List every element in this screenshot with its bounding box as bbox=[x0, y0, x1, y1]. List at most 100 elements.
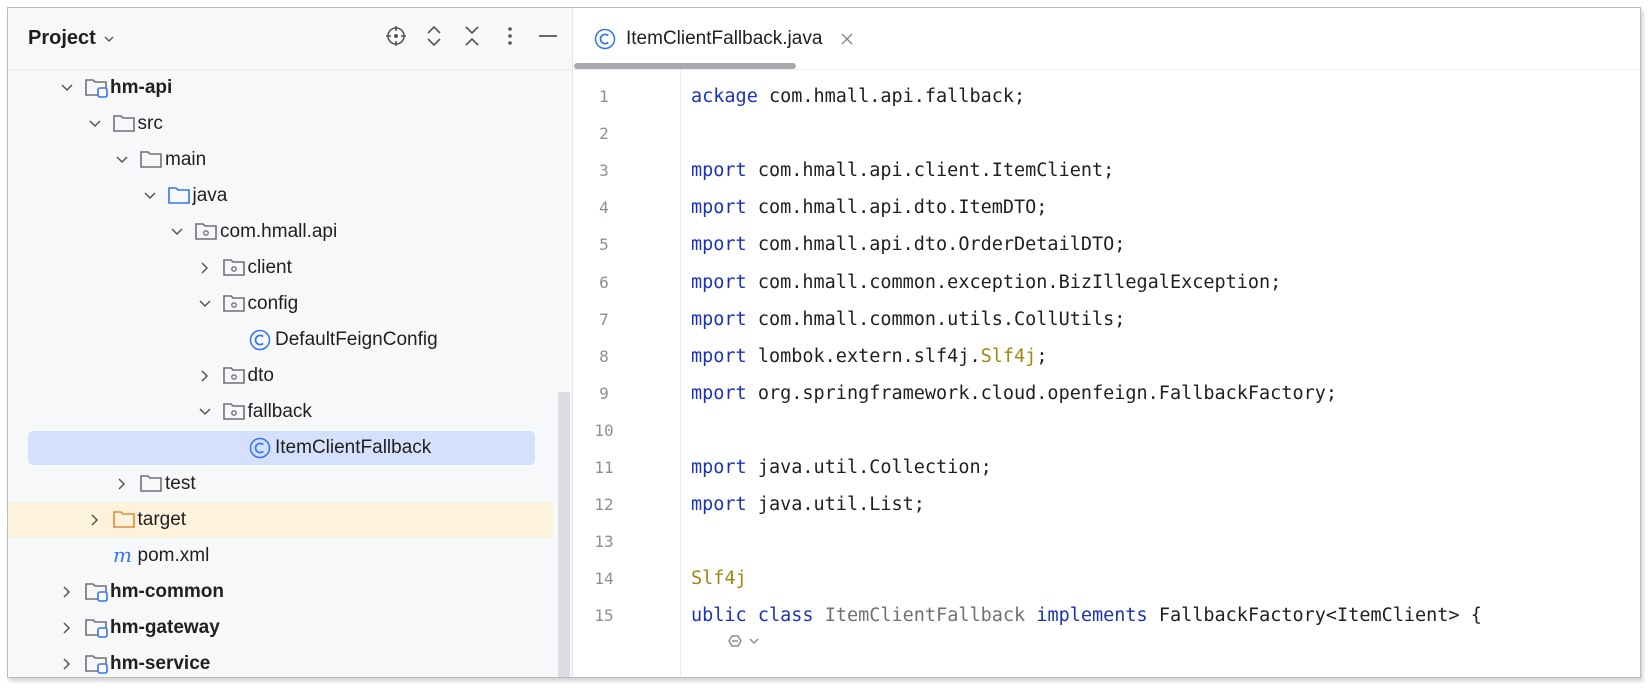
code-line: 1 ackage com.hmall.api.fallback; bbox=[574, 78, 1640, 115]
project-tree: hm-api src main java com.hmall.api client conf… bbox=[8, 70, 553, 677]
tree-item[interactable]: test bbox=[8, 466, 553, 502]
code-text: mport com.hmall.common.utils.CollUtils; bbox=[691, 309, 1125, 330]
code-view[interactable]: 1 ackage com.hmall.api.fallback; 2 3 mport c… bbox=[574, 70, 1640, 677]
tree-item[interactable]: src bbox=[8, 106, 553, 142]
expand-all-icon[interactable] bbox=[422, 22, 446, 50]
line-number: 7 bbox=[599, 309, 609, 329]
chevron-right-icon[interactable] bbox=[60, 621, 74, 635]
tree-item[interactable]: m pom.xml bbox=[8, 538, 553, 574]
minimize-icon[interactable] bbox=[536, 22, 560, 50]
line-number: 4 bbox=[599, 198, 609, 218]
project-scrollbar[interactable] bbox=[558, 392, 570, 677]
code-keyword: mport bbox=[691, 160, 747, 182]
tree-item[interactable]: config bbox=[8, 286, 553, 322]
crosshair-icon[interactable] bbox=[384, 22, 408, 50]
chevron-down-icon[interactable] bbox=[60, 81, 74, 95]
tree-item[interactable]: target bbox=[8, 502, 553, 538]
chevron-down-icon[interactable] bbox=[198, 405, 212, 419]
code-line: 2 bbox=[574, 115, 1640, 152]
code-line: 15 ublic class ItemClientFallback impleme… bbox=[574, 597, 1640, 634]
module-folder-icon bbox=[84, 77, 108, 99]
tree-item-label: java bbox=[192, 185, 228, 206]
tree-item-label: fallback bbox=[247, 401, 312, 422]
code-line: 12 mport java.util.List; bbox=[574, 486, 1640, 523]
ai-inlay-icon[interactable] bbox=[726, 632, 766, 652]
code-keyword: mport bbox=[691, 271, 747, 293]
editor-tab-label: ItemClientFallback.java bbox=[626, 28, 823, 49]
chevron-right-icon[interactable] bbox=[88, 513, 102, 527]
code-text: mport org.springframework.cloud.openfeig… bbox=[691, 383, 1337, 404]
tree-item[interactable]: ItemClientFallback bbox=[8, 430, 553, 466]
chevron-right-icon[interactable] bbox=[60, 585, 74, 599]
tree-item[interactable]: hm-service bbox=[8, 646, 553, 677]
chevron-down-icon[interactable] bbox=[104, 34, 114, 44]
tree-item[interactable]: dto bbox=[8, 358, 553, 394]
chevron-right-icon[interactable] bbox=[115, 477, 129, 491]
tree-item[interactable]: hm-gateway bbox=[8, 610, 553, 646]
tree-item[interactable]: java bbox=[8, 178, 553, 214]
project-panel-title[interactable]: Project bbox=[28, 27, 96, 50]
tree-item-label: com.hmall.api bbox=[220, 221, 338, 242]
line-number: 11 bbox=[594, 458, 614, 477]
package-icon bbox=[222, 365, 246, 387]
code-token: com.hmall.common.utils.CollUtils; bbox=[746, 308, 1126, 330]
code-text: mport java.util.Collection; bbox=[691, 457, 992, 478]
tree-item-label: hm-gateway bbox=[110, 617, 220, 638]
folder-icon bbox=[139, 149, 163, 171]
tree-item[interactable]: com.hmall.api bbox=[8, 214, 553, 250]
editor-tab[interactable]: ItemClientFallback.java bbox=[574, 8, 869, 70]
class-icon bbox=[249, 437, 273, 459]
code-keyword: mport bbox=[691, 382, 747, 404]
collapse-all-icon[interactable] bbox=[460, 22, 484, 50]
tree-item-label: src bbox=[137, 113, 163, 134]
code-line: 3 mport com.hmall.api.client.ItemClient; bbox=[574, 152, 1640, 189]
chevron-right-icon[interactable] bbox=[198, 261, 212, 275]
chevron-down-icon[interactable] bbox=[88, 117, 102, 131]
line-number: 6 bbox=[599, 272, 609, 292]
chevron-right-icon[interactable] bbox=[60, 657, 74, 671]
line-number: 14 bbox=[594, 569, 614, 589]
tree-item-label: client bbox=[247, 257, 292, 278]
tree-item[interactable]: hm-common bbox=[8, 574, 553, 610]
package-icon bbox=[194, 221, 218, 243]
tree-item[interactable]: fallback bbox=[8, 394, 553, 430]
code-text: ublic class ItemClientFallback implement… bbox=[691, 605, 1482, 626]
project-panel: Project hm-api src main java com.hmall.a… bbox=[8, 8, 573, 677]
code-line: 4 mport com.hmall.api.dto.ItemDTO; bbox=[574, 189, 1640, 226]
code-keyword: implements bbox=[1036, 605, 1148, 627]
code-keyword: mport bbox=[691, 197, 747, 219]
more-icon[interactable] bbox=[498, 22, 522, 50]
code-token: ItemClientFallback bbox=[824, 605, 1026, 627]
chevron-right-icon[interactable] bbox=[198, 369, 212, 383]
folder-icon bbox=[139, 473, 163, 495]
chevron-down-icon[interactable] bbox=[198, 297, 212, 311]
tree-item[interactable]: client bbox=[8, 250, 553, 286]
tree-item-label: test bbox=[165, 473, 196, 494]
tree-item[interactable]: main bbox=[8, 142, 553, 178]
chevron-down-icon[interactable] bbox=[115, 153, 129, 167]
tree-item-label: DefaultFeignConfig bbox=[275, 329, 438, 350]
tree-item-label: hm-api bbox=[110, 77, 173, 98]
code-line: 14 Slf4j bbox=[574, 560, 1640, 597]
close-icon[interactable] bbox=[840, 32, 854, 46]
code-text: Slf4j bbox=[691, 568, 747, 589]
tree-item[interactable]: hm-api bbox=[8, 70, 553, 106]
tree-item[interactable]: DefaultFeignConfig bbox=[8, 322, 553, 358]
code-keyword: mport bbox=[691, 234, 747, 256]
code-keyword: mport bbox=[691, 457, 747, 478]
package-icon bbox=[222, 257, 246, 279]
chevron-down-icon[interactable] bbox=[170, 225, 184, 239]
class-icon bbox=[249, 329, 273, 351]
code-keyword: mport bbox=[691, 308, 747, 330]
project-toolbar bbox=[384, 22, 560, 50]
code-token: com.hmall.api.dto.OrderDetailDTO; bbox=[746, 234, 1126, 256]
package-icon bbox=[222, 293, 246, 315]
package-icon bbox=[222, 401, 246, 423]
code-text: mport lombok.extern.slf4j.Slf4j; bbox=[691, 346, 1047, 367]
code-token: java.util.Collection; bbox=[746, 457, 992, 478]
code-line: 8 mport lombok.extern.slf4j.Slf4j; bbox=[574, 338, 1640, 375]
module-folder-icon bbox=[84, 653, 108, 675]
chevron-down-icon[interactable] bbox=[143, 189, 157, 203]
